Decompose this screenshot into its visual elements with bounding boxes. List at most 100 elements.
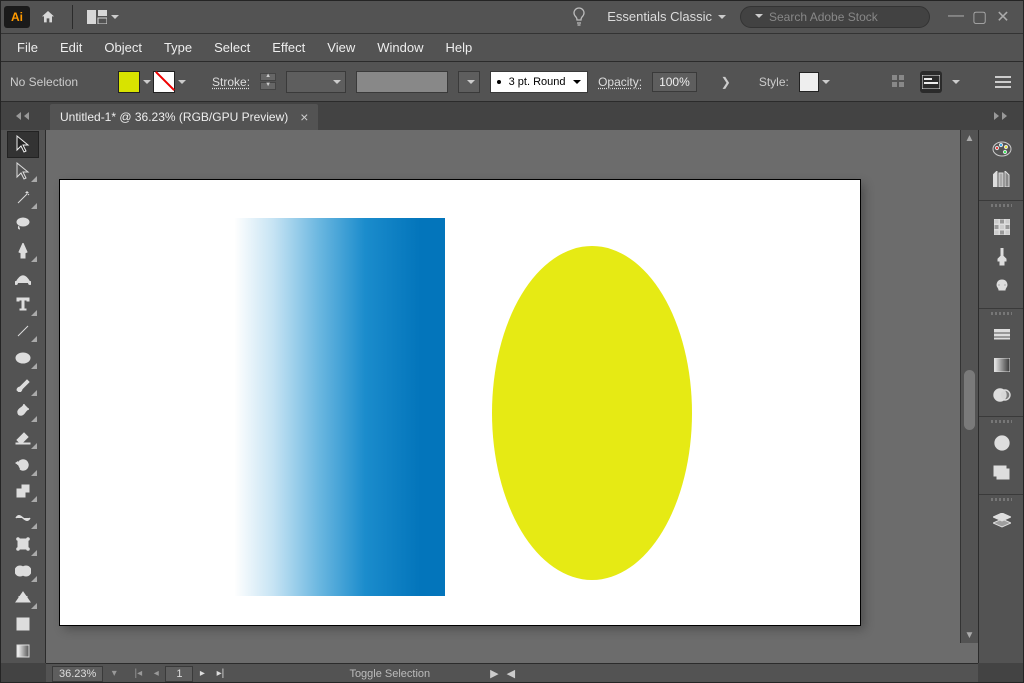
stroke-label[interactable]: Stroke:	[212, 75, 250, 89]
control-bar: No Selection Stroke: ▲▼ 3 pt. Round Opac…	[0, 62, 1024, 102]
window-controls: — ▢ ✕	[934, 7, 1020, 27]
free-transform-tool[interactable]	[8, 532, 38, 557]
vertical-scrollbar[interactable]: ▲ ▼	[960, 130, 978, 643]
canvas-viewport[interactable]	[46, 130, 960, 643]
paintbrush-tool[interactable]	[8, 372, 38, 397]
menu-help[interactable]: Help	[434, 36, 483, 59]
chevron-down-icon	[573, 80, 581, 88]
curvature-tool[interactable]	[8, 265, 38, 290]
zoom-field[interactable]: 36.23%	[52, 666, 103, 682]
scroll-down-icon[interactable]: ▼	[961, 627, 978, 643]
zoom-dropdown-icon[interactable]: ▾	[105, 666, 123, 682]
stroke-weight-dropdown[interactable]	[286, 71, 346, 93]
swatches-panel-icon[interactable]	[987, 214, 1017, 240]
perspective-grid-tool[interactable]	[8, 585, 38, 610]
layers-panel-icon[interactable]	[987, 508, 1017, 534]
workspace-switcher[interactable]: Essentials Classic	[597, 9, 736, 24]
rectangle-tool[interactable]	[8, 345, 38, 370]
scroll-up-icon[interactable]: ▲	[961, 130, 978, 146]
menu-view[interactable]: View	[316, 36, 366, 59]
arrange-documents-button[interactable]	[83, 6, 123, 28]
stock-search-box[interactable]	[740, 6, 930, 28]
artwork-ellipse[interactable]	[492, 246, 692, 580]
gradient-tool[interactable]	[8, 638, 38, 663]
menu-select[interactable]: Select	[203, 36, 261, 59]
menu-window[interactable]: Window	[366, 36, 434, 59]
horizontal-scroll-controls: ▶ ◀	[490, 667, 515, 680]
chevron-down-icon	[467, 80, 475, 88]
menu-effect[interactable]: Effect	[261, 36, 316, 59]
stroke-panel-icon[interactable]	[987, 322, 1017, 348]
magic-wand-tool[interactable]	[8, 185, 38, 210]
menu-type[interactable]: Type	[153, 36, 203, 59]
fill-swatch[interactable]	[118, 71, 151, 93]
last-artboard-icon[interactable]: ▸|	[211, 666, 229, 682]
stroke-weight-stepper[interactable]: ▲▼	[260, 73, 276, 90]
document-tab[interactable]: Untitled-1* @ 36.23% (RGB/GPU Preview) ×	[50, 104, 318, 130]
hscroll-right-icon[interactable]: ▶	[490, 667, 498, 680]
preferences-icon[interactable]	[920, 71, 942, 93]
transparency-panel-icon[interactable]	[987, 382, 1017, 408]
brush-definition-dropdown[interactable]: 3 pt. Round	[490, 71, 588, 93]
graphic-style-dropdown[interactable]	[799, 72, 830, 92]
app-title-bar: Ai Essentials Classic — ▢ ✕	[0, 0, 1024, 34]
graphic-styles-panel-icon[interactable]	[987, 460, 1017, 486]
panel-menu-icon[interactable]	[992, 71, 1014, 93]
document-tab-title: Untitled-1* @ 36.23% (RGB/GPU Preview)	[60, 110, 288, 124]
color-guide-panel-icon[interactable]	[987, 166, 1017, 192]
maximize-button[interactable]: ▢	[972, 7, 986, 27]
artboard-number-field[interactable]: 1	[165, 666, 193, 682]
chevron-down-icon	[718, 15, 726, 23]
selection-tool[interactable]	[8, 132, 38, 157]
gradient-panel-icon[interactable]	[987, 352, 1017, 378]
shape-builder-tool[interactable]	[8, 559, 38, 584]
artboard[interactable]	[60, 180, 860, 625]
scale-tool[interactable]	[8, 479, 38, 504]
minimize-button[interactable]: —	[948, 7, 962, 27]
eraser-tool[interactable]	[8, 425, 38, 450]
menu-file[interactable]: File	[6, 36, 49, 59]
opacity-more-icon[interactable]: ❯	[721, 75, 731, 89]
expand-panels-right-icon[interactable]	[978, 102, 1024, 130]
next-artboard-icon[interactable]: ▸	[193, 666, 211, 682]
appearance-panel-icon[interactable]	[987, 430, 1017, 456]
direct-selection-tool[interactable]	[8, 159, 38, 184]
search-help-button[interactable]	[565, 7, 593, 27]
rotate-tool[interactable]	[8, 452, 38, 477]
close-tab-icon[interactable]: ×	[300, 109, 308, 125]
opacity-label[interactable]: Opacity:	[598, 75, 642, 89]
stock-search-input[interactable]	[769, 10, 924, 24]
width-tool[interactable]	[8, 505, 38, 530]
menu-bar: File Edit Object Type Select Effect View…	[0, 34, 1024, 62]
menu-object[interactable]: Object	[93, 36, 153, 59]
scroll-thumb[interactable]	[964, 370, 975, 430]
chevron-down-icon	[178, 80, 186, 88]
brush-dot-icon	[497, 80, 501, 84]
prev-artboard-icon[interactable]: ◂	[147, 666, 165, 682]
expand-panels-left-icon[interactable]	[0, 102, 46, 130]
chevron-down-icon	[952, 80, 960, 88]
symbols-panel-icon[interactable]	[987, 274, 1017, 300]
variable-width-dropdown[interactable]	[458, 71, 480, 93]
selection-status: No Selection	[10, 75, 78, 89]
document-setup-icon[interactable]	[888, 71, 910, 93]
menu-edit[interactable]: Edit	[49, 36, 93, 59]
close-button[interactable]: ✕	[996, 7, 1010, 27]
canvas-area: ▲ ▼	[46, 130, 978, 663]
variable-width-profile[interactable]	[356, 71, 448, 93]
lasso-tool[interactable]	[8, 212, 38, 237]
pen-tool[interactable]	[8, 239, 38, 264]
type-tool[interactable]	[8, 292, 38, 317]
separator	[72, 5, 73, 29]
first-artboard-icon[interactable]: |◂	[129, 666, 147, 682]
mesh-tool[interactable]	[8, 612, 38, 637]
color-panel-icon[interactable]	[987, 136, 1017, 162]
hscroll-left-icon[interactable]: ◀	[507, 667, 515, 680]
opacity-value[interactable]: 100%	[652, 72, 697, 92]
brushes-panel-icon[interactable]	[987, 244, 1017, 270]
stroke-swatch[interactable]	[153, 71, 186, 93]
artwork-rectangle-gradient[interactable]	[235, 218, 445, 596]
pencil-tool[interactable]	[8, 399, 38, 424]
line-tool[interactable]	[8, 319, 38, 344]
home-button[interactable]	[34, 6, 62, 28]
